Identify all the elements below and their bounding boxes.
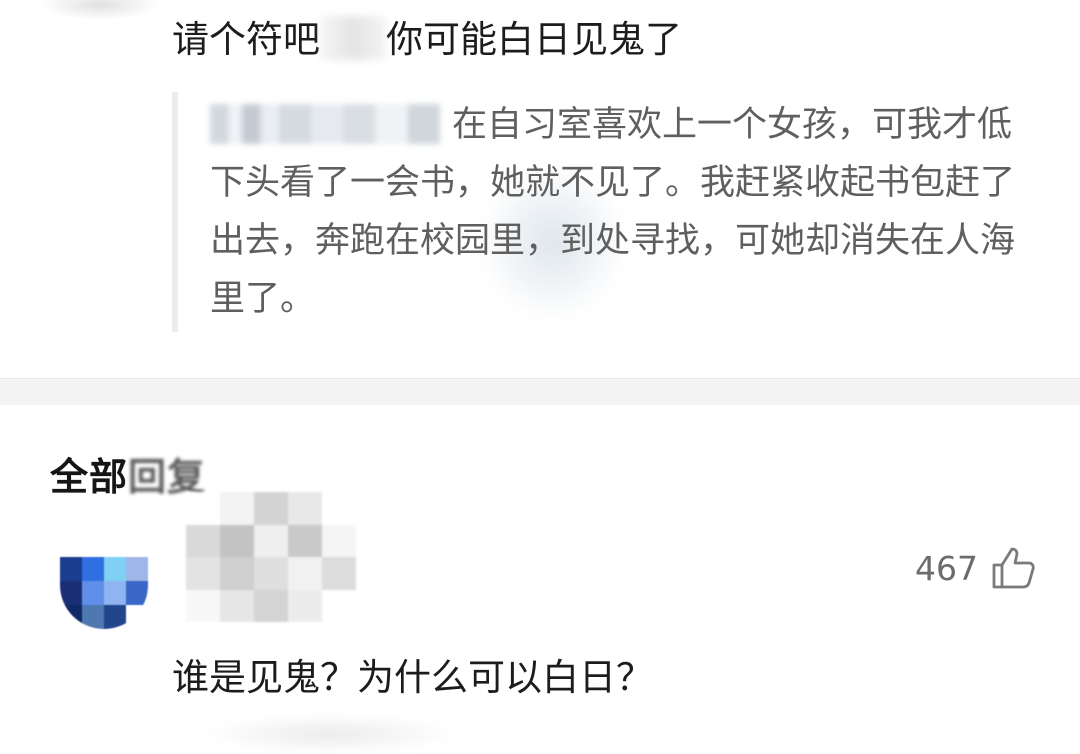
quote-text: 在自习室喜欢上一个女孩，可我才低下头看了一会书，她就不见了。我赶紧收起书包赶了出… — [210, 96, 1040, 328]
like-button[interactable]: 467 — [915, 538, 1038, 598]
username-pixel — [254, 557, 288, 590]
username-pixel — [220, 524, 254, 557]
username-pixel — [322, 524, 356, 557]
avatar-pixel — [104, 581, 126, 605]
reply-content: 请个符吧 你可能白日见鬼了 — [172, 14, 682, 66]
section-divider — [0, 378, 1080, 405]
username-pixel — [288, 524, 322, 557]
avatar-pixel — [82, 581, 104, 605]
username-pixel — [288, 557, 322, 590]
username-pixel — [254, 589, 288, 622]
username-pixel — [288, 492, 322, 525]
comment-body: 谁是见鬼？为什么可以白日？ — [172, 656, 653, 699]
username-pixel — [254, 492, 288, 525]
avatar-pixel — [126, 557, 148, 581]
username-pixel — [186, 492, 220, 525]
heading-text: 全部 — [50, 455, 129, 499]
username-pixel — [220, 557, 254, 590]
avatar[interactable] — [60, 533, 148, 629]
avatar-pixel — [104, 557, 126, 581]
thumbs-up-icon — [992, 547, 1035, 589]
avatar-pixel — [60, 557, 82, 581]
username-pixel — [322, 492, 356, 525]
avatar-pixel — [60, 581, 82, 605]
reply-text-part1: 请个符吧 — [172, 18, 320, 61]
blurred-smudge — [40, 0, 160, 20]
all-replies-heading: 全部回复 — [50, 446, 206, 501]
avatar-pixel — [104, 533, 126, 557]
username-pixel — [220, 492, 254, 525]
username-pixel — [322, 589, 356, 622]
avatar-pixel — [126, 581, 148, 605]
avatar-pixel — [60, 605, 82, 629]
username-pixel — [322, 557, 356, 590]
like-count: 467 — [915, 548, 978, 588]
username-blurred[interactable] — [186, 492, 356, 622]
comment-thread-screen: 请个符吧 你可能白日见鬼了 在自习室喜欢上一个女孩，可我才低下头看了一会书，她就不… — [0, 0, 1080, 754]
avatar-pixel — [82, 605, 104, 629]
avatar-pixel — [60, 533, 82, 557]
username-pixel — [186, 524, 220, 557]
avatar-pixel — [126, 533, 148, 557]
quoted-original-post[interactable]: 在自习室喜欢上一个女孩，可我才低下头看了一会书，她就不见了。我赶紧收起书包赶了出… — [172, 92, 1058, 332]
avatar-pixel — [126, 605, 148, 629]
blurred-punctuation — [320, 16, 386, 60]
username-pixel — [220, 589, 254, 622]
username-pixel — [186, 589, 220, 622]
username-pixel — [186, 557, 220, 590]
reply-text-part2: 你可能白日见鬼了 — [386, 18, 682, 61]
avatar-pixel — [82, 533, 104, 557]
username-pixel — [254, 524, 288, 557]
blurred-smudge — [200, 714, 460, 754]
username-pixel — [288, 589, 322, 622]
avatar-pixel — [82, 557, 104, 581]
avatar-pixel — [104, 605, 126, 629]
quoted-username-blurred — [210, 104, 440, 144]
